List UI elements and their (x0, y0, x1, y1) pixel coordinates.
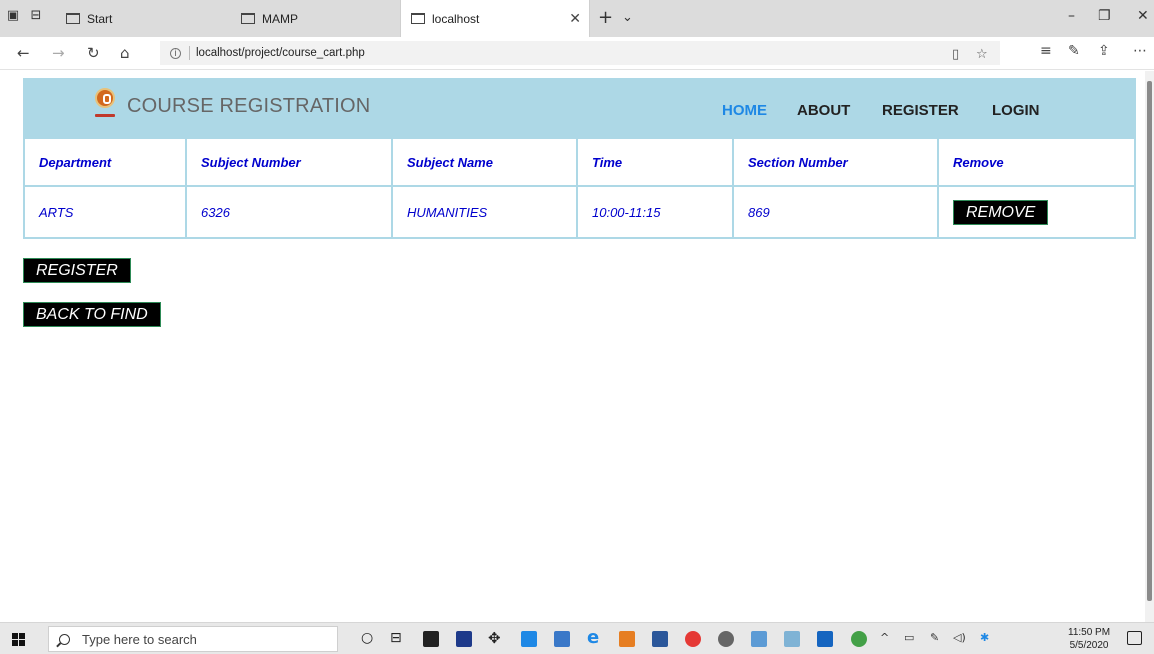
notification-icon[interactable] (1127, 631, 1142, 645)
page-icon (411, 13, 425, 24)
refresh-icon[interactable]: ↻ (87, 44, 100, 62)
table-row: ARTS 6326 HUMANITIES 10:00-11:15 869 REM… (23, 185, 1136, 239)
photos-icon[interactable] (817, 631, 833, 647)
page-content: COURSE REGISTRATION HOME ABOUT REGISTER … (0, 71, 1145, 622)
edge-icon[interactable]: e (587, 629, 599, 647)
tab-label: Start (87, 11, 113, 26)
column-header-subject-number: Subject Number (185, 137, 393, 187)
tab-label: MAMP (262, 11, 298, 26)
tabs-aside-icon[interactable]: ▣ (6, 9, 20, 23)
browser-tab-bar: ▣ ⊟ Start MAMP localhost ✕ + ⌄ – ❐ ✕ (0, 0, 1154, 37)
store-icon[interactable] (423, 631, 439, 647)
close-tab-icon[interactable]: ✕ (569, 11, 581, 27)
nav-login-link[interactable]: LOGIN (992, 102, 1040, 119)
search-placeholder: Type here to search (82, 631, 197, 647)
set-tabs-aside-icon[interactable]: ⊟ (29, 9, 43, 23)
cortana-icon[interactable]: ○ (361, 629, 373, 647)
page-icon (241, 13, 255, 24)
pen-workspace-icon[interactable]: ✎ (930, 631, 939, 644)
reading-view-icon[interactable]: ▯ (952, 47, 959, 62)
column-header-department: Department (23, 137, 187, 187)
cell-remove: REMOVE (937, 185, 1136, 239)
file-explorer-icon[interactable] (521, 631, 537, 647)
nav-home-link[interactable]: HOME (722, 102, 767, 119)
favorite-star-icon[interactable]: ☆ (976, 47, 988, 62)
scrollbar-thumb[interactable] (1147, 81, 1152, 601)
info-icon[interactable]: i (170, 47, 181, 59)
task-view-icon[interactable]: ⊟ (390, 629, 402, 647)
site-title: COURSE REGISTRATION (127, 95, 371, 117)
app-icon[interactable] (751, 631, 767, 647)
bluetooth-icon[interactable]: ✱ (980, 631, 989, 644)
forward-arrow-icon[interactable]: → (52, 44, 65, 62)
sublime-text-icon[interactable] (619, 631, 635, 647)
column-header-remove: Remove (937, 137, 1136, 187)
network-icon[interactable]: ▭ (904, 631, 914, 644)
cell-subject-name: HUMANITIES (391, 185, 578, 239)
page-icon (66, 13, 80, 24)
cell-department: ARTS (23, 185, 187, 239)
minimize-icon[interactable]: – (1068, 8, 1075, 24)
mail-icon[interactable] (554, 631, 570, 647)
tab-mamp[interactable]: MAMP (235, 0, 398, 37)
url-text: localhost/project/course_cart.php (196, 47, 365, 59)
register-button[interactable]: REGISTER (23, 258, 131, 283)
back-to-find-button[interactable]: BACK TO FIND (23, 302, 161, 327)
column-header-subject-name: Subject Name (391, 137, 578, 187)
favorites-icon[interactable]: ≡ (1040, 43, 1052, 59)
visual-studio-icon[interactable] (456, 631, 472, 647)
chevron-up-icon[interactable]: ^ (880, 631, 889, 644)
divider (189, 46, 190, 60)
new-tab-icon[interactable]: + (598, 8, 613, 28)
university-logo (93, 88, 117, 124)
close-window-icon[interactable]: ✕ (1137, 8, 1149, 24)
windows-taskbar: Type here to search ○ ⊟ ✥ e ^ ▭ ✎ ◁) ✱ 1… (0, 622, 1154, 654)
chrome-icon[interactable] (685, 631, 701, 647)
site-header: COURSE REGISTRATION HOME ABOUT REGISTER … (23, 78, 1136, 137)
help-icon[interactable] (851, 631, 867, 647)
nav-about-link[interactable]: ABOUT (797, 102, 850, 119)
dropbox-icon[interactable]: ✥ (488, 629, 501, 647)
url-input[interactable]: i localhost/project/course_cart.php ▯ ☆ (160, 41, 1000, 65)
course-cart-table: Department Subject Number Subject Name T… (23, 137, 1136, 239)
search-icon (59, 633, 70, 645)
cell-subject-number: 6326 (185, 185, 393, 239)
cell-section-number: 869 (732, 185, 939, 239)
home-icon[interactable]: ⌂ (120, 44, 130, 62)
browser-address-bar: ← → ↻ ⌂ i localhost/project/course_cart.… (0, 37, 1154, 70)
taskbar-clock[interactable]: 11:50 PM 5/5/2020 (1068, 626, 1110, 652)
clock-time: 11:50 PM (1068, 627, 1111, 638)
app-icon[interactable] (718, 631, 734, 647)
tab-actions: ▣ ⊟ (6, 9, 43, 23)
taskbar-search-input[interactable]: Type here to search (48, 626, 338, 652)
nav-register-link[interactable]: REGISTER (882, 102, 959, 119)
cell-time: 10:00-11:15 (576, 185, 734, 239)
column-header-section-number: Section Number (732, 137, 939, 187)
tab-localhost[interactable]: localhost ✕ (400, 0, 590, 37)
pen-icon[interactable]: ✎ (1068, 43, 1080, 59)
table-header-row: Department Subject Number Subject Name T… (23, 137, 1136, 187)
logo-emblem (95, 88, 115, 108)
word-icon[interactable] (652, 631, 668, 647)
remove-button[interactable]: REMOVE (953, 199, 1049, 225)
tab-start[interactable]: Start (58, 0, 228, 37)
volume-icon[interactable]: ◁) (953, 631, 966, 644)
share-icon[interactable]: ⇪ (1098, 43, 1110, 59)
tab-label: localhost (432, 11, 480, 26)
more-icon[interactable]: ⋯ (1133, 43, 1147, 59)
restore-icon[interactable]: ❐ (1098, 8, 1111, 24)
column-header-time: Time (576, 137, 734, 187)
app-icon[interactable] (784, 631, 800, 647)
clock-date: 5/5/2020 (1069, 640, 1109, 651)
windows-start-icon[interactable] (12, 633, 25, 646)
logo-wordmark (93, 112, 117, 120)
page-scrollbar[interactable] (1145, 71, 1154, 622)
back-arrow-icon[interactable]: ← (17, 44, 30, 62)
chevron-down-icon[interactable]: ⌄ (622, 8, 633, 28)
